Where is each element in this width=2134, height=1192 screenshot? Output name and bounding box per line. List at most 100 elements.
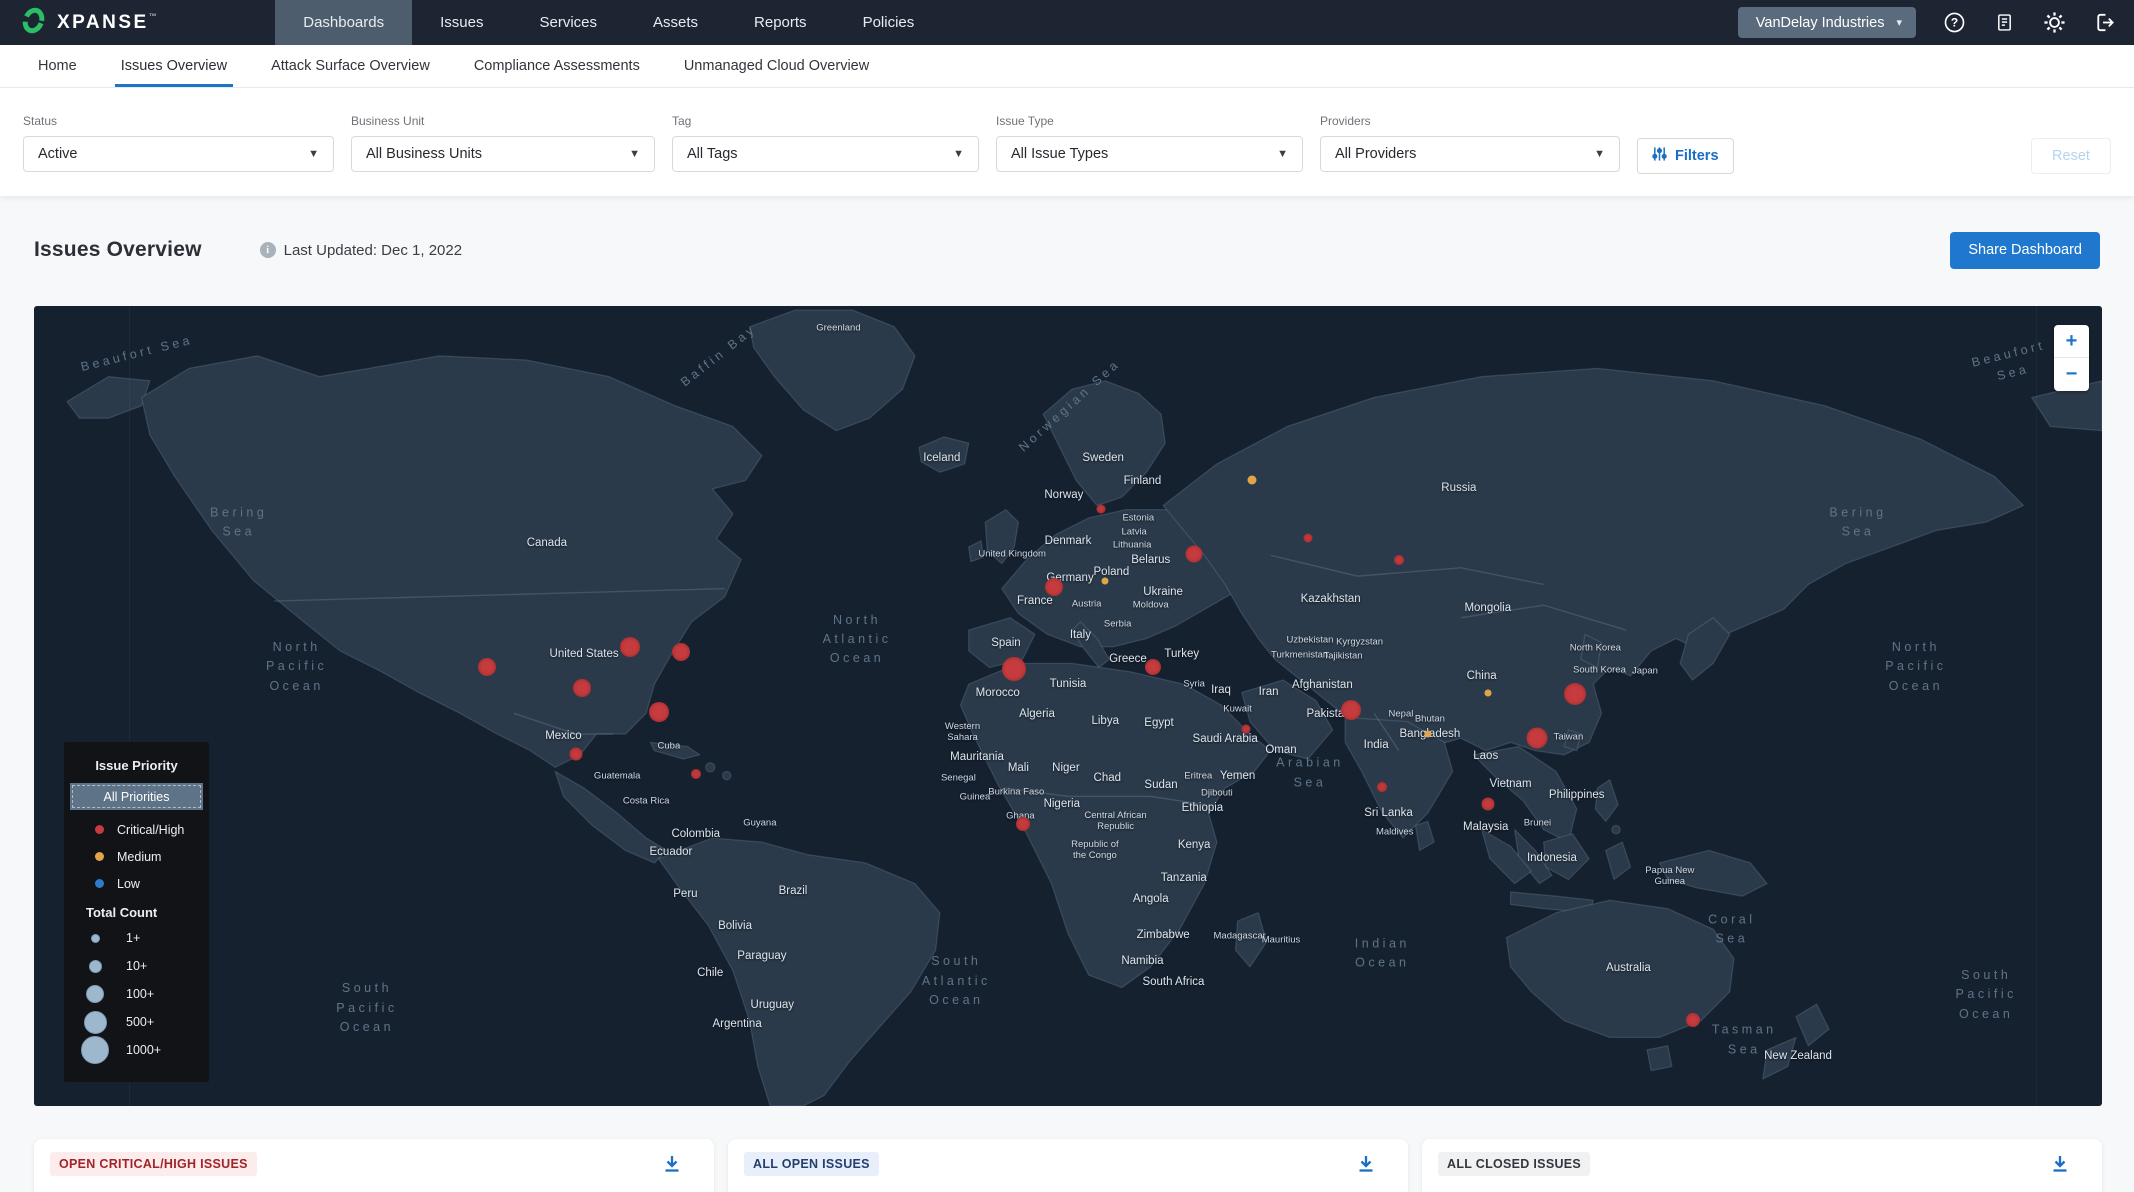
critical-issue-marker[interactable] bbox=[649, 702, 669, 722]
legend-priority-critical-high[interactable]: Critical/High bbox=[64, 816, 209, 843]
legend-count-title: Total Count bbox=[64, 905, 209, 920]
critical-issue-marker[interactable] bbox=[1481, 797, 1494, 810]
medium-issue-marker[interactable] bbox=[1248, 475, 1257, 484]
critical-issue-marker[interactable] bbox=[1303, 534, 1312, 543]
info-icon[interactable]: i bbox=[260, 242, 276, 258]
reset-button[interactable]: Reset bbox=[2031, 138, 2111, 174]
nav-item-services[interactable]: Services bbox=[511, 0, 625, 45]
critical-issue-marker[interactable] bbox=[1016, 817, 1030, 831]
medium-issue-marker[interactable] bbox=[1102, 578, 1109, 585]
critical-issue-marker[interactable] bbox=[1145, 659, 1161, 675]
title-row: Issues Overview i Last Updated: Dec 1, 2… bbox=[34, 230, 2100, 270]
tab-compliance-assessments[interactable]: Compliance Assessments bbox=[474, 45, 640, 87]
help-icon[interactable]: ? bbox=[1942, 11, 1966, 35]
tab-issues-overview[interactable]: Issues Overview bbox=[121, 45, 227, 87]
nav-item-policies[interactable]: Policies bbox=[835, 0, 943, 45]
priority-label: Medium bbox=[117, 850, 161, 864]
filter-label: Providers bbox=[1320, 114, 1620, 128]
nav-item-dashboards[interactable]: Dashboards bbox=[275, 0, 412, 45]
card-body-clip bbox=[1422, 1187, 2102, 1192]
filter-value: Active bbox=[38, 146, 78, 162]
card-open-critical-high-issues: OPEN CRITICAL/HIGH ISSUES bbox=[34, 1139, 714, 1192]
count-circle-icon bbox=[81, 1036, 109, 1064]
critical-issue-marker[interactable] bbox=[1186, 546, 1203, 563]
last-updated-text: Last Updated: Dec 1, 2022 bbox=[284, 242, 462, 259]
count-label: 500+ bbox=[126, 1015, 154, 1029]
legend-count-500: 500+ bbox=[64, 1008, 209, 1036]
map-continents bbox=[34, 306, 2102, 1106]
legend-count-list: 1+10+100+500+1000+ bbox=[64, 924, 209, 1064]
account-switcher[interactable]: VanDelay Industries ▾ bbox=[1738, 7, 1916, 38]
legend-count-1000: 1000+ bbox=[64, 1036, 209, 1064]
nav-item-assets[interactable]: Assets bbox=[625, 0, 726, 45]
legend-all-priorities[interactable]: All Priorities bbox=[70, 783, 203, 810]
xpanse-logo-icon bbox=[20, 7, 47, 39]
count-circle-box bbox=[64, 1011, 126, 1034]
sign-out-icon[interactable] bbox=[2092, 11, 2116, 35]
tab-home[interactable]: Home bbox=[38, 45, 77, 87]
map-graticule-line bbox=[2036, 306, 2037, 1106]
critical-issue-marker[interactable] bbox=[1394, 555, 1404, 565]
critical-issue-marker[interactable] bbox=[691, 769, 701, 779]
medium-issue-marker[interactable] bbox=[1484, 690, 1491, 697]
filter-select-issue-type[interactable]: All Issue Types▼ bbox=[996, 136, 1303, 172]
filter-select-providers[interactable]: All Providers ▼ bbox=[1320, 136, 1620, 172]
brand-logo[interactable]: XPANSE™ bbox=[0, 0, 185, 45]
medium-issue-marker[interactable] bbox=[1424, 731, 1431, 738]
count-circle-box bbox=[64, 934, 126, 943]
world-map[interactable]: Beaufort SeaBaffin BayBering SeaNorwegia… bbox=[34, 306, 2102, 1106]
critical-issue-marker[interactable] bbox=[1097, 505, 1106, 514]
settings-icon[interactable] bbox=[2042, 11, 2066, 35]
critical-issue-marker[interactable] bbox=[569, 748, 582, 761]
legend-priority-low[interactable]: Low bbox=[64, 870, 209, 897]
legend-count-100: 100+ bbox=[64, 980, 209, 1008]
count-circle-box bbox=[64, 985, 126, 1003]
filter-select-tag[interactable]: All Tags▼ bbox=[672, 136, 979, 172]
chevron-down-icon: ▼ bbox=[1594, 148, 1605, 160]
release-notes-icon[interactable] bbox=[1992, 11, 2016, 35]
critical-issue-marker[interactable] bbox=[1564, 683, 1586, 705]
download-icon[interactable] bbox=[2048, 1152, 2072, 1176]
tab-unmanaged-cloud-overview[interactable]: Unmanaged Cloud Overview bbox=[684, 45, 869, 87]
chevron-down-icon: ▼ bbox=[308, 148, 319, 160]
card-body-clip bbox=[34, 1187, 714, 1192]
critical-issue-marker[interactable] bbox=[672, 643, 690, 661]
filters-button[interactable]: Filters bbox=[1637, 138, 1734, 174]
critical-issue-marker[interactable] bbox=[1241, 725, 1250, 734]
card-title-badge: ALL CLOSED ISSUES bbox=[1438, 1152, 1590, 1176]
zoom-out-button[interactable]: − bbox=[2054, 358, 2089, 391]
chevron-down-icon: ▼ bbox=[1277, 148, 1288, 160]
critical-issue-marker[interactable] bbox=[1045, 578, 1063, 596]
critical-issue-marker[interactable] bbox=[478, 658, 496, 676]
filter-select-business-unit[interactable]: All Business Units▼ bbox=[351, 136, 655, 172]
critical-issue-marker[interactable] bbox=[1002, 657, 1026, 681]
page-title: Issues Overview bbox=[34, 238, 202, 262]
priority-label: Critical/High bbox=[117, 823, 184, 837]
download-icon[interactable] bbox=[660, 1152, 684, 1176]
filter-label: Business Unit bbox=[351, 114, 655, 128]
critical-issue-marker[interactable] bbox=[573, 679, 591, 697]
critical-issue-marker[interactable] bbox=[1341, 700, 1361, 720]
tab-attack-surface-overview[interactable]: Attack Surface Overview bbox=[271, 45, 430, 87]
nav-item-issues[interactable]: Issues bbox=[412, 0, 511, 45]
zoom-in-button[interactable]: + bbox=[2054, 325, 2089, 358]
critical-issue-marker[interactable] bbox=[1527, 728, 1548, 749]
dashboard-tabs: Home Issues Overview Attack Surface Overvi… bbox=[0, 45, 2134, 88]
account-name: VanDelay Industries bbox=[1756, 15, 1885, 31]
filter-select-status[interactable]: Active ▼ bbox=[23, 136, 334, 172]
download-icon[interactable] bbox=[1354, 1152, 1378, 1176]
summary-cards: OPEN CRITICAL/HIGH ISSUESALL OPEN ISSUES… bbox=[34, 1139, 2102, 1192]
critical-issue-marker[interactable] bbox=[1686, 1013, 1700, 1027]
nav-item-reports[interactable]: Reports bbox=[726, 0, 835, 45]
count-label: 10+ bbox=[126, 959, 147, 973]
critical-issue-marker[interactable] bbox=[620, 637, 640, 657]
share-dashboard-button[interactable]: Share Dashboard bbox=[1950, 232, 2100, 269]
card-title-badge: OPEN CRITICAL/HIGH ISSUES bbox=[50, 1152, 257, 1176]
filter-value: All Tags bbox=[687, 146, 738, 162]
sliders-icon bbox=[1652, 146, 1667, 166]
filter-label: Tag bbox=[672, 114, 979, 128]
critical-issue-marker[interactable] bbox=[1377, 782, 1387, 792]
filter-value: All Providers bbox=[1335, 146, 1416, 162]
legend-priority-medium[interactable]: Medium bbox=[64, 843, 209, 870]
count-circle-box bbox=[64, 960, 126, 973]
